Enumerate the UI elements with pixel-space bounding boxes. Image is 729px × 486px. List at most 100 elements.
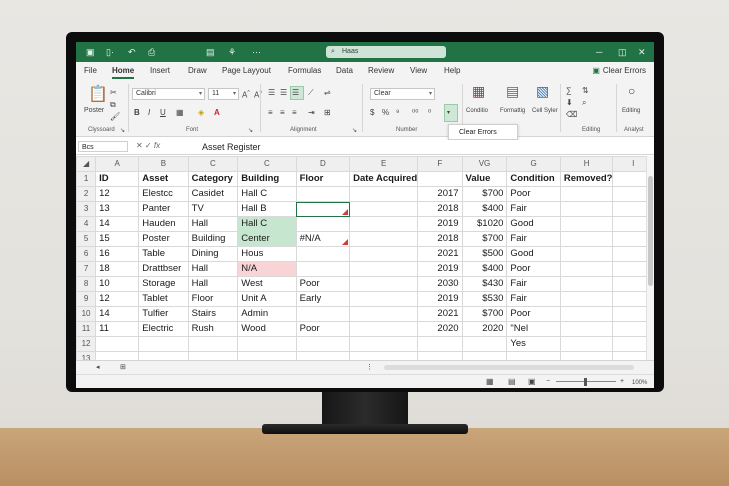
cell[interactable] <box>559 186 614 202</box>
more-icon[interactable]: ⋯ <box>252 47 261 57</box>
cell[interactable]: 2020 <box>417 321 463 337</box>
align-right-icon[interactable]: ≡ <box>292 108 297 118</box>
restore-icon[interactable]: ◫ <box>618 47 627 57</box>
column-header[interactable]: G <box>506 156 561 172</box>
cell[interactable]: 2021 <box>417 246 463 262</box>
number-format-select[interactable]: Clear ▾ <box>370 88 435 100</box>
format-as-table-label[interactable]: Formattig <box>500 106 525 116</box>
cell[interactable]: 12 <box>95 291 140 307</box>
align-middle-icon[interactable]: ☰ <box>280 88 287 98</box>
cell[interactable] <box>295 246 351 262</box>
column-header[interactable]: F <box>417 156 463 172</box>
cell[interactable]: Elestcc <box>138 186 189 202</box>
autosum-icon[interactable]: ∑ <box>566 86 572 96</box>
cell[interactable]: 14 <box>95 306 140 322</box>
font-name-select[interactable]: Calibri ▾ <box>132 88 205 100</box>
cell[interactable]: Tulfier <box>138 306 189 322</box>
cell[interactable]: Condition <box>506 171 561 187</box>
cell[interactable]: West <box>237 276 297 292</box>
cell[interactable]: 16 <box>95 246 140 262</box>
tab-draw[interactable]: Draw <box>188 66 207 75</box>
font-launcher-icon[interactable]: ↘ <box>248 126 253 136</box>
tab-page-layout[interactable]: Page Layyout <box>222 66 271 75</box>
cell[interactable] <box>349 201 419 217</box>
cell[interactable]: 2019 <box>417 261 463 277</box>
cell[interactable] <box>559 276 614 292</box>
cell[interactable]: Good <box>506 216 561 232</box>
cell[interactable]: Date Acquired <box>349 171 419 187</box>
fill-icon[interactable]: ⬇ <box>566 98 573 108</box>
cell[interactable]: 2018 <box>417 231 463 247</box>
cell[interactable]: Poor <box>295 276 351 292</box>
cell[interactable] <box>559 246 614 262</box>
cell[interactable]: $500 <box>461 246 508 262</box>
cell[interactable] <box>559 261 614 277</box>
autosave-icon[interactable]: ▯· <box>106 47 114 57</box>
cell[interactable]: Floor <box>295 171 351 187</box>
cell[interactable]: Fair <box>506 201 561 217</box>
decrease-decimal-icon[interactable]: ⁰ <box>428 108 431 118</box>
cell[interactable]: Rush <box>187 321 239 337</box>
cell[interactable]: Wood <box>237 321 297 337</box>
cell[interactable]: 2019 <box>417 216 463 232</box>
cell[interactable]: Good <box>506 246 561 262</box>
cell[interactable] <box>295 216 351 232</box>
cell[interactable]: 14 <box>95 216 140 232</box>
cell[interactable]: "Nel <box>506 321 561 337</box>
column-header[interactable]: C <box>237 156 297 172</box>
cell[interactable] <box>461 336 508 352</box>
cell-styles-icon[interactable]: ▧ <box>536 84 549 98</box>
font-color-icon[interactable]: A <box>214 108 220 118</box>
tab-view[interactable]: View <box>410 66 427 75</box>
fx-icon[interactable]: ✕ ✓ fx <box>136 141 160 150</box>
cell[interactable]: N/A <box>237 261 297 277</box>
cell[interactable]: Removed? <box>559 171 614 187</box>
column-header[interactable]: E <box>349 156 419 172</box>
row-header[interactable]: 2 <box>76 186 97 202</box>
cell[interactable]: 2020 <box>461 321 508 337</box>
cell[interactable] <box>295 186 351 202</box>
copy-icon[interactable]: ⧉ <box>110 100 116 110</box>
paste-label[interactable]: Poster <box>84 106 104 116</box>
column-header[interactable]: C <box>187 156 239 172</box>
cell[interactable] <box>295 336 351 352</box>
cell[interactable]: Stairs <box>187 306 239 322</box>
cell[interactable] <box>187 336 239 352</box>
cell[interactable] <box>349 321 419 337</box>
cell[interactable]: $700 <box>461 231 508 247</box>
cell[interactable] <box>237 336 297 352</box>
cell[interactable]: 10 <box>95 276 140 292</box>
format-as-table-icon[interactable]: ▤ <box>506 84 519 98</box>
cell[interactable]: #N/A <box>295 231 351 247</box>
cell[interactable]: 2021 <box>417 306 463 322</box>
alignment-launcher-icon[interactable]: ↘ <box>352 126 357 136</box>
borders-icon[interactable]: ▦ <box>176 108 184 118</box>
clear-errors-button[interactable]: ▣ Clear Errors <box>592 66 646 75</box>
cell[interactable] <box>559 216 614 232</box>
cell[interactable]: Value <box>461 171 508 187</box>
cell[interactable]: Fair <box>506 231 561 247</box>
row-header[interactable]: 6 <box>76 246 97 262</box>
cell[interactable]: Hall <box>187 261 239 277</box>
cut-icon[interactable]: ✂ <box>110 88 117 98</box>
cell-styles-label[interactable]: Cell Syler <box>532 106 558 116</box>
cell[interactable]: Asset <box>138 171 189 187</box>
row-header[interactable]: 5 <box>76 231 97 247</box>
cell[interactable] <box>349 276 419 292</box>
save-icon[interactable]: ▣ <box>86 47 95 57</box>
cell[interactable] <box>417 336 463 352</box>
row-header[interactable]: 1 <box>76 171 97 187</box>
zoom-slider-thumb[interactable] <box>584 378 587 386</box>
scroll-tabs-icon[interactable]: ⋮ <box>366 363 373 373</box>
cell[interactable]: Hall C <box>237 186 297 202</box>
comma-icon[interactable]: ⁹ <box>396 108 399 118</box>
cell[interactable]: Panter <box>138 201 189 217</box>
clipboard-launcher-icon[interactable]: ↘ <box>120 126 125 136</box>
tab-formulas[interactable]: Formulas <box>288 66 321 75</box>
cell[interactable]: Hauden <box>138 216 189 232</box>
print-icon[interactable]: ⎙ <box>148 47 155 57</box>
bold-icon[interactable]: B <box>134 108 140 118</box>
page-layout-view-icon[interactable]: ▤ <box>508 377 516 387</box>
cell[interactable]: Admin <box>237 306 297 322</box>
column-header[interactable]: H <box>559 156 614 172</box>
